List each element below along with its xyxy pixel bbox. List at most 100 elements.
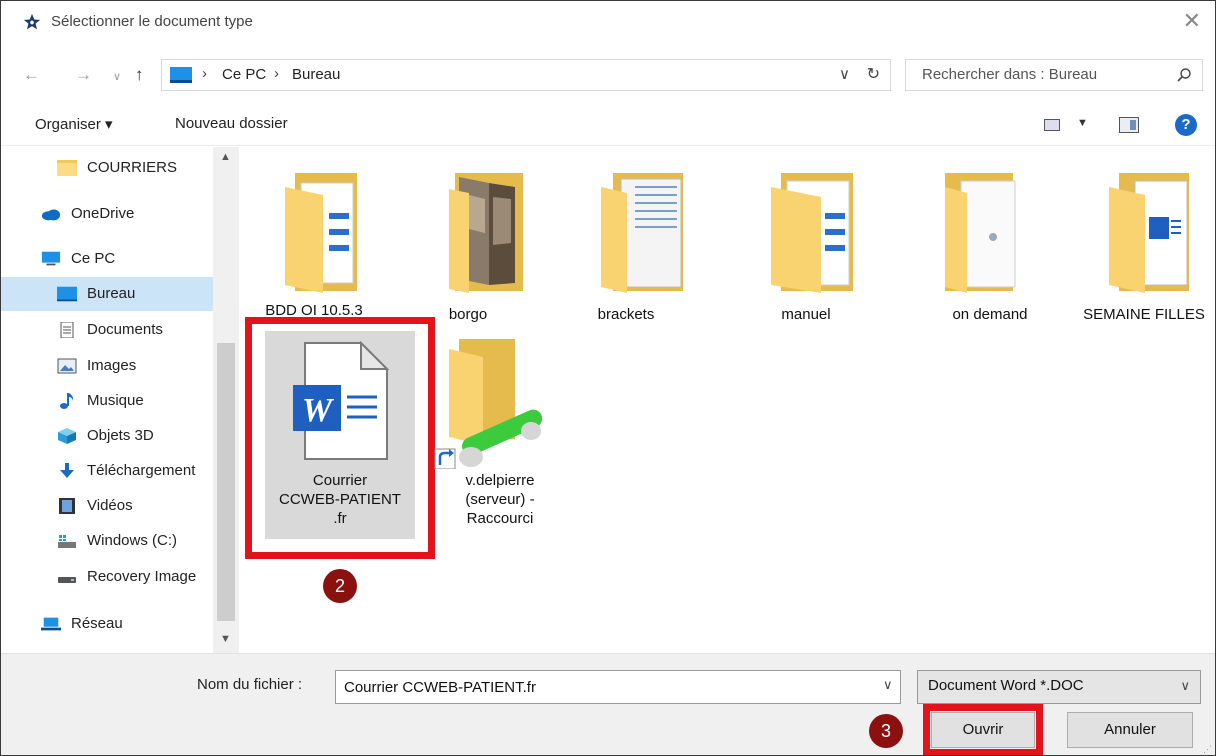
address-row: ← → ∨ ↑ › Ce PC › Bureau ∨ ↻ Rechercher … <box>1 55 1215 95</box>
organise-menu[interactable]: Organiser ▾ <box>35 115 113 133</box>
sidebar-item-label: COURRIERS <box>87 159 178 176</box>
sidebar-item-label: Ce PC <box>71 250 116 267</box>
sidebar-item-windows-c[interactable]: Windows (C:) <box>1 524 213 558</box>
step-2-badge: 2 <box>323 569 357 603</box>
preview-pane-icon[interactable] <box>1119 117 1139 133</box>
address-bar[interactable]: › Ce PC › Bureau ∨ ↻ <box>161 59 891 91</box>
new-folder-button[interactable]: Nouveau dossier <box>175 115 288 132</box>
breadcrumb-ce-pc[interactable]: Ce PC <box>222 66 266 83</box>
filetype-select[interactable]: Document Word *.DOC ∨ <box>917 670 1201 704</box>
computer-icon <box>41 251 61 266</box>
file-item-label-line: Raccourci <box>466 510 534 527</box>
back-arrow-icon[interactable]: ← <box>23 65 40 85</box>
forward-arrow-icon[interactable]: → <box>75 65 92 85</box>
drive-icon <box>58 577 76 583</box>
network-icon <box>41 617 61 631</box>
file-item-brackets[interactable]: brackets <box>551 167 701 327</box>
star-icon <box>23 13 41 30</box>
address-chevron-down-icon[interactable]: ∨ <box>839 65 850 83</box>
file-item-label: SEMAINE FILLES <box>1083 306 1205 323</box>
search-placeholder: Rechercher dans : Bureau <box>922 66 1098 83</box>
scrollbar-thumb[interactable] <box>217 343 235 621</box>
sidebar-item-musique[interactable]: Musique <box>1 384 213 418</box>
sidebar-item-label: Réseau <box>71 615 123 632</box>
sidebar-scrollbar[interactable]: ▲ ▼ <box>213 147 239 653</box>
folder-docs-icon <box>601 173 683 293</box>
sidebar-item-documents[interactable]: Documents <box>1 313 213 347</box>
file-item-on-demand[interactable]: on demand <box>915 167 1065 327</box>
file-item-semaine-filles[interactable]: SEMAINE FILLES <box>1069 167 1215 327</box>
sidebar-item-objets-3d[interactable]: Objets 3D <box>1 419 213 453</box>
title-bar: Sélectionner le document type ✕ <box>1 1 1215 43</box>
sidebar-item-label: Images <box>87 357 137 374</box>
sidebar-item-label: Musique <box>87 392 144 409</box>
refresh-icon[interactable]: ↻ <box>867 64 880 84</box>
step-2-highlight-box <box>245 317 435 559</box>
folder-photos-icon <box>449 173 523 293</box>
sidebar-item-label: Bureau <box>87 285 136 302</box>
sidebar-item-label: Téléchargement <box>87 462 196 479</box>
file-item-v-delpierre-shortcut[interactable]: v.delpierre (serveur) - Raccourci <box>425 339 575 549</box>
search-box[interactable]: Rechercher dans : Bureau <box>905 59 1203 91</box>
close-icon[interactable]: ✕ <box>1183 7 1201 35</box>
cube-icon <box>58 428 76 444</box>
sidebar-item-label: Documents <box>87 321 163 338</box>
file-item-label: v.delpierre (serveur) - Raccourci <box>425 471 575 528</box>
download-icon <box>60 463 74 478</box>
cancel-button[interactable]: Annuler <box>1067 712 1193 748</box>
breadcrumb-separator: › <box>274 65 279 82</box>
sidebar-item-ce-pc[interactable]: Ce PC <box>1 242 213 276</box>
file-open-dialog: Sélectionner le document type ✕ ← → ∨ ↑ … <box>0 0 1216 756</box>
view-options-caret-icon[interactable]: ▼ <box>1077 117 1088 129</box>
sidebar-item-images[interactable]: Images <box>1 349 213 383</box>
sidebar-item-label: OneDrive <box>71 205 135 222</box>
view-mode-icon[interactable] <box>1044 119 1060 131</box>
folder-word-icon <box>1109 173 1189 293</box>
folder-icon <box>57 160 77 176</box>
sidebar-item-bureau[interactable]: Bureau <box>1 277 213 311</box>
up-arrow-icon[interactable]: ↑ <box>135 65 144 85</box>
file-item-borgo[interactable]: borgo <box>393 167 543 327</box>
resize-grip-icon[interactable]: ⋰ <box>1203 744 1213 754</box>
desktop-icon <box>57 286 77 302</box>
recent-locations-chevron-icon[interactable]: ∨ <box>113 70 121 83</box>
search-icon[interactable] <box>1176 67 1192 83</box>
sidebar-item-recovery-image[interactable]: Recovery Image <box>1 560 213 594</box>
dialog-title: Sélectionner le document type <box>51 13 253 30</box>
sidebar-item-onedrive[interactable]: OneDrive <box>1 197 213 231</box>
filetype-chevron-down-icon: ∨ <box>1180 678 1190 693</box>
sidebar-item-telechargement[interactable]: Téléchargement <box>1 454 213 488</box>
file-item-label: on demand <box>952 306 1028 323</box>
file-item-manuel[interactable]: manuel <box>731 167 881 327</box>
cloud-icon <box>41 209 61 221</box>
sidebar-item-label: Windows (C:) <box>87 532 178 549</box>
sidebar-item-reseau[interactable]: Réseau <box>1 607 213 641</box>
file-item-bdd-oi[interactable]: BDD OI 10.5.3 <box>239 167 389 327</box>
filename-input[interactable] <box>335 670 901 704</box>
scroll-up-icon[interactable]: ▲ <box>220 151 231 163</box>
filetype-value: Document Word *.DOC <box>928 677 1084 694</box>
sidebar-item-courriers[interactable]: COURRIERS <box>1 151 213 185</box>
sidebar-item-label: Objets 3D <box>87 427 154 444</box>
file-item-label: brackets <box>597 306 655 323</box>
filename-chevron-down-icon[interactable]: ∨ <box>883 677 893 693</box>
help-icon[interactable]: ? <box>1175 114 1197 136</box>
file-item-label-line: (serveur) - <box>465 491 535 508</box>
filename-label: Nom du fichier : <box>197 676 303 693</box>
scroll-down-icon[interactable]: ▼ <box>220 633 231 645</box>
folder-icon <box>285 173 357 293</box>
sidebar-item-videos[interactable]: Vidéos <box>1 489 213 523</box>
navigation-pane: COURRIERS OneDrive Ce PC Bureau Document… <box>1 147 239 653</box>
breadcrumb-separator: › <box>202 65 207 82</box>
step-3-badge: 3 <box>869 714 903 748</box>
folder-page-icon <box>945 173 1016 293</box>
sidebar-item-label: Vidéos <box>87 497 133 514</box>
computer-icon <box>170 67 192 83</box>
breadcrumb-bureau[interactable]: Bureau <box>292 66 340 83</box>
network-shortcut-icon <box>434 339 543 469</box>
image-icon <box>57 358 77 374</box>
document-icon <box>60 322 74 338</box>
open-button[interactable]: Ouvrir <box>931 712 1035 748</box>
file-list: BDD OI 10.5.3 borgo brackets manuel on d… <box>239 147 1215 653</box>
music-icon <box>60 393 74 409</box>
